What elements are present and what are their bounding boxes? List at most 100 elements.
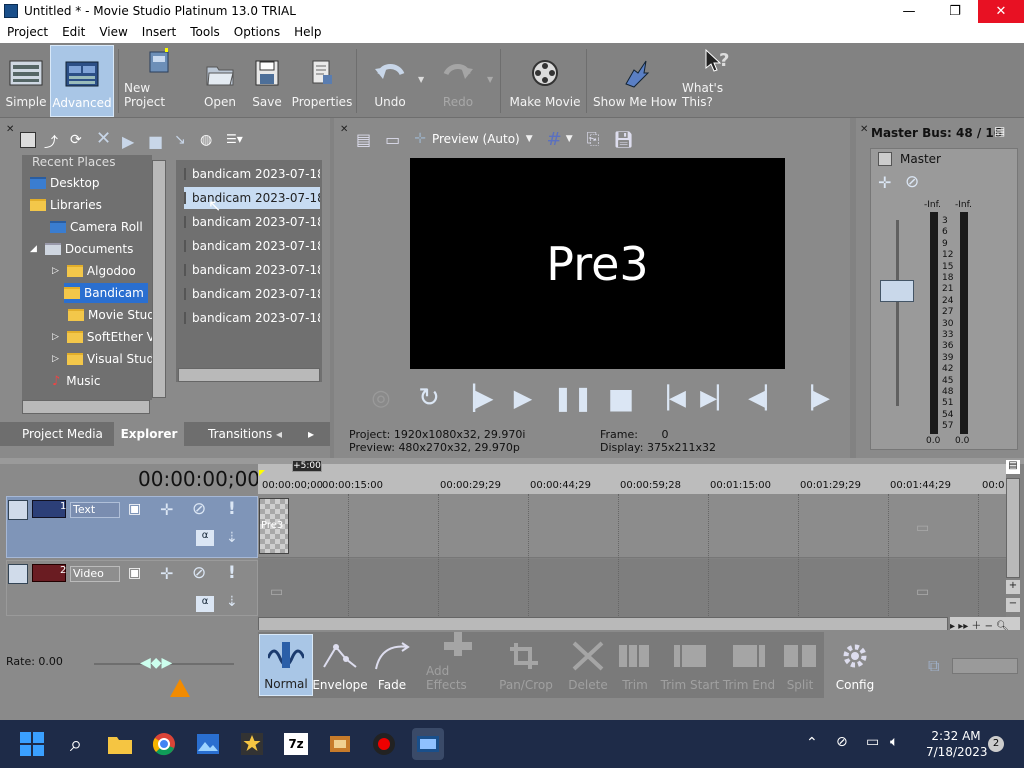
trim-end-button[interactable]: Trim End [722, 634, 776, 696]
preview-properties-icon[interactable]: ▤ [356, 130, 371, 149]
track-mute-icon[interactable]: ⊘ [192, 563, 206, 583]
track-fx-icon[interactable]: ✛ [160, 500, 173, 519]
panel-close-icon[interactable]: ✕ [6, 124, 16, 135]
7zip-icon[interactable]: 7z [280, 728, 312, 760]
track-fx-icon[interactable]: ✛ [160, 564, 173, 583]
split-button[interactable]: Split [778, 634, 822, 696]
chrome-icon[interactable] [148, 728, 180, 760]
tree-item-algodoo[interactable]: ▷ Algodoo [52, 261, 136, 281]
tree-item-camera-roll[interactable]: Camera Roll [50, 217, 143, 237]
timeline-vertical-scrollbar[interactable] [1006, 478, 1020, 578]
show-hidden-icons[interactable]: ⌃ [806, 735, 818, 751]
mixer-properties-icon[interactable]: ▤ [994, 124, 1005, 138]
envelope-button[interactable]: Envelope [312, 634, 368, 696]
previous-frame-icon[interactable]: ◀▏ [748, 382, 782, 414]
notification-badge[interactable]: 2 [988, 736, 1004, 752]
track-lane-video[interactable] [258, 559, 1006, 617]
refresh-icon[interactable]: ⟳ [70, 132, 88, 148]
track-motion-icon[interactable]: ⇣ [226, 530, 238, 546]
stop-icon[interactable]: ■ [148, 132, 166, 151]
fade-button[interactable]: Fade [366, 634, 418, 696]
file-item[interactable]: bandicam 2023-07-18 [184, 283, 320, 305]
tree-item-libraries[interactable]: Libraries [30, 195, 102, 215]
bandicam-icon[interactable] [368, 728, 400, 760]
properties-button[interactable]: Properties [292, 47, 352, 115]
tab-scroll-right-icon[interactable]: ▸ [308, 422, 314, 446]
master-fader-handle[interactable] [880, 280, 914, 302]
tree-item-visual-studio[interactable]: ▷ Visual Studi [52, 349, 152, 369]
simple-button[interactable]: Simple [4, 47, 48, 115]
track-collapse-icon[interactable] [8, 564, 28, 584]
trim-start-button[interactable]: Trim Start [660, 634, 720, 696]
record-icon[interactable]: ◎ [364, 382, 398, 414]
compositing-mode-icon[interactable]: ▣ [128, 565, 141, 581]
views-icon[interactable]: ☰▾ [226, 132, 254, 148]
file-item[interactable]: bandicam 2023-07-18 [184, 307, 320, 329]
menu-options[interactable]: Options [227, 23, 287, 39]
web-icon[interactable]: ◍ [200, 132, 218, 148]
alpha-icon[interactable]: α [196, 530, 214, 546]
photos-icon[interactable] [192, 728, 224, 760]
close-button[interactable]: ✕ [978, 0, 1024, 23]
next-frame-icon[interactable]: ▕▶ [796, 382, 830, 414]
whats-this-button[interactable]: ? What's This? [682, 47, 752, 115]
config-button[interactable]: Config [828, 634, 882, 696]
zoom-out-vertical-icon[interactable]: − [1006, 598, 1020, 612]
play-icon[interactable]: ▶ [506, 382, 540, 414]
trim-button[interactable]: Trim [612, 634, 658, 696]
copy-snapshot-icon[interactable]: ⎘ [587, 129, 600, 149]
tab-transitions[interactable]: Transitions [208, 422, 272, 446]
master-fx-icon[interactable] [878, 152, 892, 166]
open-button[interactable]: Open [198, 47, 242, 115]
master-close-icon[interactable]: ✕ [860, 124, 868, 135]
tree-item-recent-places[interactable]: Recent Places [32, 155, 115, 172]
tree-item-movie-studio[interactable]: Movie Studi [68, 305, 152, 325]
timeline-horizontal-scrollbar[interactable] [258, 617, 948, 631]
master-mute-icon[interactable]: ⊘ [905, 172, 919, 192]
track-name-text[interactable]: Text [70, 502, 120, 518]
menu-view[interactable]: View [92, 23, 134, 39]
grid-dropdown-icon[interactable]: ▼ [566, 134, 573, 144]
tree-item-music[interactable]: ♪ Music [52, 371, 100, 391]
master-insert-fx-icon[interactable]: ✛ [878, 173, 891, 192]
tree-vertical-scrollbar[interactable] [152, 160, 166, 398]
edit-zoom-slider[interactable] [952, 658, 1018, 674]
delete-button[interactable]: Delete [562, 634, 614, 696]
make-movie-button[interactable]: Make Movie [508, 47, 582, 115]
tab-project-media[interactable]: Project Media [22, 422, 103, 446]
movie-studio-taskbar-icon[interactable] [412, 728, 444, 760]
tree-item-softether[interactable]: ▷SoftEther VF [52, 327, 152, 347]
alpha-icon[interactable]: α [196, 596, 214, 612]
redo-button[interactable]: Redo [436, 47, 480, 115]
maximize-button[interactable]: ❐ [932, 0, 978, 23]
overlay-grid-icon[interactable]: # [547, 129, 562, 150]
play-from-start-icon[interactable]: ▕▶ [457, 382, 494, 414]
up-folder-icon[interactable]: ⤴ [44, 132, 62, 151]
track-solo-icon[interactable]: ! [228, 563, 236, 583]
app-icon-generic[interactable] [324, 728, 356, 760]
play-icon[interactable]: ▶ [122, 132, 140, 151]
rate-slider-handle[interactable] [170, 679, 190, 697]
timeline-zoom-controls[interactable]: ▸ ▸▸ ＋ − 🔍︎ [950, 617, 1020, 632]
undo-dropdown-icon[interactable]: ▼ [418, 75, 424, 84]
network-icon[interactable]: ⊘ [836, 734, 848, 750]
preview-quality-dropdown[interactable]: ✛ Preview (Auto) ▼ [414, 131, 532, 147]
add-effects-button[interactable]: Add Effects [426, 632, 490, 696]
go-to-start-icon[interactable]: ▕◀ [652, 382, 686, 414]
tree-horizontal-scrollbar[interactable] [22, 400, 150, 414]
rate-shuttle-icon[interactable]: ◀◆▶ [140, 655, 172, 671]
file-explorer-icon[interactable] [104, 728, 136, 760]
volume-icon[interactable]: 🔈︎ [890, 734, 898, 750]
clock[interactable]: 2:32 AM 7/18/2023 [926, 728, 988, 760]
loop-region-marker[interactable] [259, 470, 265, 476]
menu-tools[interactable]: Tools [183, 23, 227, 39]
tree-item-documents[interactable]: ◢ Documents [30, 239, 133, 259]
snap-zoom-icon[interactable]: ⧉ [928, 656, 939, 676]
track-collapse-icon[interactable] [8, 500, 28, 520]
loop-playback-icon[interactable]: ↻ [412, 382, 446, 414]
delete-icon[interactable]: ✕ [96, 130, 114, 148]
minimize-button[interactable]: — [886, 0, 932, 23]
track-solo-icon[interactable]: ! [228, 499, 236, 519]
view-dropdown-icon[interactable] [20, 132, 36, 148]
go-to-end-icon[interactable]: ▶▏ [700, 382, 734, 414]
